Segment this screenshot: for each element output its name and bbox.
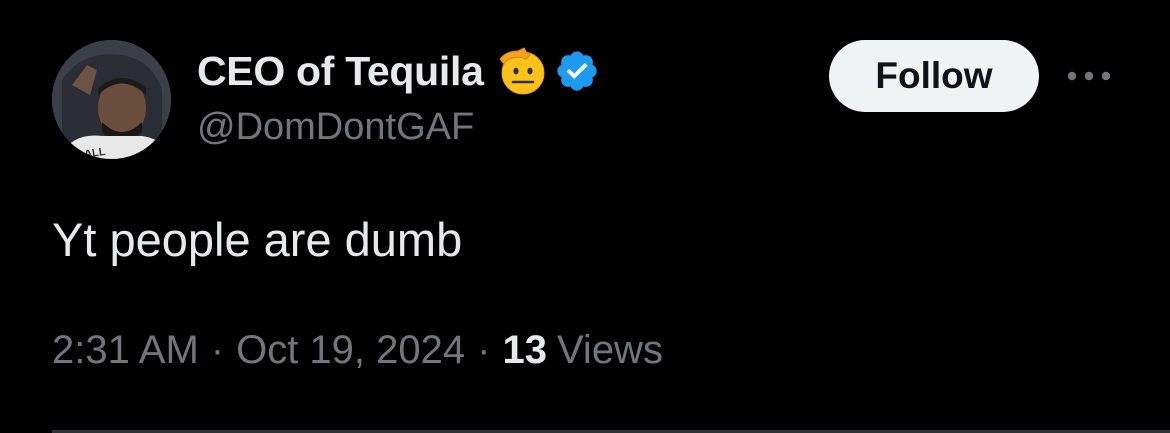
tweet-meta: 2:31 AM · Oct 19, 2024 · 13 Views: [52, 328, 663, 373]
svg-text:ALL: ALL: [83, 146, 106, 159]
more-icon: [1067, 71, 1111, 81]
display-name[interactable]: CEO of Tequila: [197, 48, 484, 95]
tweet-text: Yt people are dumb: [52, 213, 463, 266]
meta-separator: ·: [477, 328, 491, 372]
author-handle[interactable]: @DomDontGAF: [197, 106, 474, 149]
follow-button[interactable]: Follow: [829, 40, 1039, 112]
avatar[interactable]: ALL: [52, 40, 171, 159]
tweet-time[interactable]: 2:31 AM: [52, 328, 199, 373]
saluting-face-emoji-icon: [496, 45, 548, 97]
verified-badge-icon: [554, 48, 600, 94]
author-name-row: CEO of Tequila: [197, 44, 600, 98]
views-count[interactable]: 13: [502, 328, 547, 373]
more-options-button[interactable]: [1064, 60, 1114, 92]
avatar-photo: ALL: [52, 40, 171, 159]
tweet-date[interactable]: Oct 19, 2024: [236, 328, 465, 373]
meta-separator: ·: [210, 328, 225, 372]
views-label: Views: [556, 328, 663, 372]
